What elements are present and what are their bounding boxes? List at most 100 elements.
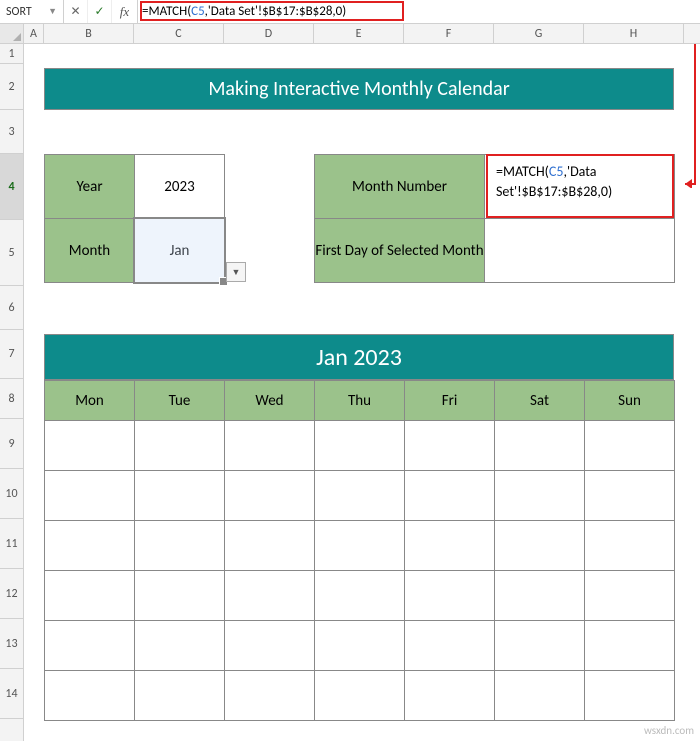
fx-button[interactable]: fx — [112, 0, 138, 23]
calendar-cell[interactable] — [405, 421, 495, 471]
calendar-cell[interactable] — [405, 521, 495, 571]
col-header-f[interactable]: F — [404, 24, 494, 43]
select-all-corner[interactable] — [0, 24, 24, 43]
dropdown-button[interactable]: ▼ — [226, 262, 246, 282]
day-header-sat: Sat — [495, 381, 585, 421]
calendar-cell[interactable] — [405, 621, 495, 671]
chevron-down-icon: ▼ — [232, 267, 241, 278]
month-value-cell[interactable]: Jan ▼ — [135, 219, 225, 283]
col-header-c[interactable]: C — [134, 24, 224, 43]
calendar-cell[interactable] — [585, 671, 675, 721]
calendar-cell[interactable] — [405, 671, 495, 721]
calendar-cell[interactable] — [45, 571, 135, 621]
row-header-9[interactable]: 9 — [0, 419, 23, 469]
calendar-cell[interactable] — [495, 421, 585, 471]
first-day-cell[interactable] — [485, 219, 675, 283]
calendar-cell[interactable] — [405, 571, 495, 621]
col-header-e[interactable]: E — [314, 24, 404, 43]
cancel-formula-button[interactable]: ✕ — [64, 0, 88, 23]
calendar-cell[interactable] — [135, 521, 225, 571]
calendar-title: Jan 2023 — [44, 334, 674, 380]
formula-input[interactable]: =MATCH(C5,'Data Set'!$B$17:$B$28,0) — [138, 0, 700, 23]
calendar-cell[interactable] — [135, 571, 225, 621]
calendar-cell[interactable] — [315, 621, 405, 671]
calendar-cell[interactable] — [225, 471, 315, 521]
calendar-cell[interactable] — [585, 621, 675, 671]
name-box[interactable]: SORT ▼ — [0, 0, 64, 23]
calendar-cell[interactable] — [585, 421, 675, 471]
calendar-cell[interactable] — [315, 571, 405, 621]
row-header-11[interactable]: 11 — [0, 519, 23, 569]
calendar-cell[interactable] — [585, 471, 675, 521]
row-header-4[interactable]: 4 — [0, 154, 23, 220]
calendar-cell[interactable] — [495, 621, 585, 671]
row-header-1[interactable]: 1 — [0, 44, 23, 64]
calendar-cell[interactable] — [225, 421, 315, 471]
calendar-cell[interactable] — [225, 521, 315, 571]
calendar-cell[interactable] — [45, 671, 135, 721]
calendar-cell[interactable] — [495, 671, 585, 721]
row-header-12[interactable]: 12 — [0, 569, 23, 619]
month-number-label: Month Number — [315, 155, 485, 219]
name-box-value: SORT — [6, 5, 32, 19]
row-header-2[interactable]: 2 — [0, 64, 23, 110]
calendar-row — [45, 521, 675, 571]
calendar-cell[interactable] — [585, 571, 675, 621]
row-header-5[interactable]: 5 — [0, 220, 23, 286]
calendar-cell[interactable] — [315, 521, 405, 571]
calendar-cell[interactable] — [225, 671, 315, 721]
calendar-cell[interactable] — [135, 671, 225, 721]
calendar-cell[interactable] — [315, 671, 405, 721]
calendar-cell[interactable] — [495, 521, 585, 571]
calendar-row — [45, 421, 675, 471]
col-header-b[interactable]: B — [44, 24, 134, 43]
row-header-7[interactable]: 7 — [0, 330, 23, 379]
calendar-row — [45, 621, 675, 671]
col-header-g[interactable]: G — [494, 24, 584, 43]
calendar-cell[interactable] — [585, 521, 675, 571]
row-header-6[interactable]: 6 — [0, 286, 23, 330]
calendar-cell[interactable] — [135, 421, 225, 471]
row-header-14[interactable]: 14 — [0, 669, 23, 719]
row-header-8[interactable]: 8 — [0, 379, 23, 419]
day-header-wed: Wed — [225, 381, 315, 421]
calendar-cell[interactable] — [405, 471, 495, 521]
calendar-cell[interactable] — [45, 521, 135, 571]
col-header-h[interactable]: H — [584, 24, 684, 43]
day-header-tue: Tue — [135, 381, 225, 421]
day-header-fri: Fri — [405, 381, 495, 421]
col-header-a[interactable]: A — [24, 24, 44, 43]
watermark: wsxdn.com — [644, 724, 694, 737]
chevron-down-icon[interactable]: ▼ — [48, 6, 57, 17]
calendar-cell[interactable] — [495, 571, 585, 621]
calendar-cell[interactable] — [45, 421, 135, 471]
calendar-cell[interactable] — [225, 571, 315, 621]
row-header-10[interactable]: 10 — [0, 469, 23, 519]
accept-formula-button[interactable]: ✓ — [88, 0, 112, 23]
year-month-table: Year 2023 Month Jan ▼ — [44, 154, 225, 283]
day-header-sun: Sun — [585, 381, 675, 421]
calendar-cell[interactable] — [135, 471, 225, 521]
row-headers: 1 2 3 4 5 6 7 8 9 10 11 12 13 14 — [0, 44, 24, 741]
calendar-cell[interactable] — [225, 621, 315, 671]
calendar-row — [45, 471, 675, 521]
row-header-3[interactable]: 3 — [0, 110, 23, 154]
calendar-cell[interactable] — [135, 621, 225, 671]
calendar-cell[interactable] — [315, 471, 405, 521]
calendar-cell[interactable] — [45, 621, 135, 671]
active-formula-cell[interactable]: =MATCH(C5,'Data Set'!$B$17:$B$28,0) — [486, 154, 674, 218]
month-value: Jan — [170, 242, 190, 260]
calendar-row — [45, 571, 675, 621]
calendar-cell[interactable] — [495, 471, 585, 521]
col-header-d[interactable]: D — [224, 24, 314, 43]
year-label: Year — [45, 155, 135, 219]
first-day-label: First Day of Selected Month — [315, 219, 485, 283]
row-header-13[interactable]: 13 — [0, 619, 23, 669]
year-value-cell[interactable]: 2023 — [135, 155, 225, 219]
calendar-cell[interactable] — [315, 421, 405, 471]
worksheet-area[interactable]: Making Interactive Monthly Calendar Year… — [24, 44, 700, 741]
calendar-grid: Mon Tue Wed Thu Fri Sat Sun — [44, 380, 675, 721]
calendar-cell[interactable] — [45, 471, 135, 521]
formula-bar: SORT ▼ ✕ ✓ fx =MATCH(C5,'Data Set'!$B$17… — [0, 0, 700, 24]
calendar-row — [45, 671, 675, 721]
